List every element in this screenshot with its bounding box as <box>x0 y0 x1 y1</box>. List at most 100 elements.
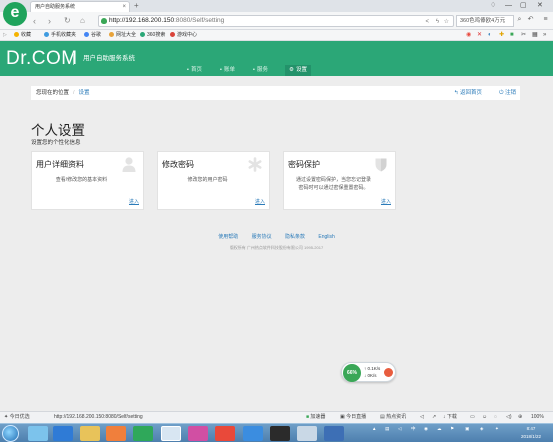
menu-icon[interactable]: ≡ <box>541 15 550 25</box>
nav-label: 账单 <box>223 67 235 73</box>
taskbar-folder-icon[interactable] <box>80 426 100 441</box>
taskbar-terminal-icon[interactable] <box>270 426 290 441</box>
nav-item-home[interactable]: ▪ 首页 <box>187 65 202 76</box>
tools-icon[interactable]: ✚ <box>499 31 504 40</box>
back-icon[interactable]: ‹ <box>33 14 36 28</box>
taskbar-clock[interactable]: 8:47 2018/1/22 <box>515 425 547 441</box>
tray-app-icon[interactable]: ▣ <box>465 425 469 433</box>
today-picks[interactable]: ✦ 今日优选 <box>4 412 30 423</box>
bookmark-item[interactable]: 谷歌 <box>84 30 101 40</box>
tab-title: 用户自助服务系统 <box>35 4 76 10</box>
back-home-link[interactable]: ↰ 返回首页 <box>454 86 482 100</box>
breadcrumb-current[interactable]: 设置 <box>79 90 90 96</box>
bookmark-item[interactable]: 游戏中心 <box>170 30 197 40</box>
card-enter-link[interactable]: 进入 <box>381 198 391 205</box>
lightning-icon[interactable]: ϟ <box>436 17 439 27</box>
adblock-icon[interactable]: ◉ <box>466 31 471 40</box>
browser-tab[interactable]: 用户自助服务系统 × <box>30 1 130 12</box>
tray-icon[interactable]: ▲ <box>372 425 376 433</box>
address-bar[interactable]: http://192.168.200.150:8080/Self/setting… <box>98 15 454 27</box>
shield-icon <box>375 158 387 172</box>
logout-link[interactable]: ⏻ 注销 <box>499 86 516 100</box>
bookmark-item[interactable]: 网址大全 <box>109 30 136 40</box>
tray-app-icon[interactable]: ✦ <box>495 425 499 433</box>
zoom-icon[interactable]: ⊕ <box>518 412 522 423</box>
card-description: 修改您的用户密码 <box>187 177 228 183</box>
taskbar-app-icon[interactable] <box>243 426 263 441</box>
skin-icon[interactable]: ♢ <box>490 0 496 12</box>
close-window-icon[interactable]: ✕ <box>537 0 543 12</box>
speaker-icon[interactable]: ◁ <box>420 412 424 423</box>
start-button[interactable] <box>2 425 19 442</box>
download-label: 下载 <box>446 414 457 420</box>
tray-volume-icon[interactable]: ◁ <box>398 425 401 433</box>
taskbar-app-icon[interactable] <box>28 426 48 441</box>
tray-network-icon[interactable]: ▤ <box>385 425 389 433</box>
star-icon[interactable]: ☆ <box>444 17 449 27</box>
arrow-icon[interactable]: ↗ <box>432 412 436 423</box>
card-password-protection[interactable]: 密码保护 通过设置密码保护，当您忘记登录密码时可以通过密保重置密码。 进入 <box>283 151 396 210</box>
cleanup-icon[interactable]: ◌ <box>494 412 497 423</box>
more-icon[interactable]: » <box>543 31 546 40</box>
tray-cloud-icon[interactable]: ☁ <box>437 425 442 433</box>
bookmark-item[interactable]: 手机收藏夹 <box>44 30 76 40</box>
browser-logo-icon[interactable]: e <box>3 2 27 26</box>
tray-flag-icon[interactable]: ⚑ <box>450 425 454 433</box>
taskbar-app-icon[interactable] <box>297 426 317 441</box>
maximize-icon[interactable]: ▢ <box>520 0 527 12</box>
bookmark-item[interactable]: 360搜索 <box>140 30 165 40</box>
bookmark-arrow-icon[interactable]: ▷ <box>3 30 7 40</box>
tray-antivirus-icon[interactable]: ◉ <box>424 425 428 433</box>
tray-app-icon[interactable]: ◈ <box>480 425 483 433</box>
network-speed-widget[interactable]: 66% ↑ 0.1K/s ↓ 0K/s <box>341 362 396 382</box>
feedback-icon[interactable]: ☺ <box>482 412 487 423</box>
live-button[interactable]: ▣ 今日直播 <box>340 412 366 423</box>
download-button[interactable]: ↓ 下载 <box>443 412 457 423</box>
home-icon[interactable]: ⌂ <box>80 14 85 28</box>
grid-icon[interactable]: ▦ <box>532 31 538 40</box>
card-enter-link[interactable]: 进入 <box>255 198 265 205</box>
footer-link-help[interactable]: 使用帮助 <box>218 234 238 240</box>
pc-icon[interactable]: ▭ <box>470 412 475 423</box>
extension-icon[interactable]: ■ <box>510 31 514 40</box>
brand-logo[interactable]: Dr.COM <box>6 48 78 70</box>
taskbar-media-icon[interactable] <box>106 426 126 441</box>
taskbar-ie-icon[interactable] <box>53 426 73 441</box>
tray-ime-icon[interactable]: 中 <box>411 425 416 433</box>
taskbar-browser-active-icon[interactable] <box>161 426 181 441</box>
nav-item-bill[interactable]: ▪ 账单 <box>220 65 235 76</box>
page-subtitle: 设置您的个性化信息 <box>31 140 81 146</box>
sound-icon[interactable]: ◁) <box>506 412 512 423</box>
card-enter-link[interactable]: 进入 <box>129 198 139 205</box>
taskbar-app-icon[interactable] <box>188 426 208 441</box>
search-input[interactable]: 360色鸡傣欧4万元 <box>456 15 514 27</box>
hot-news-button[interactable]: ▤ 热点资讯 <box>380 412 406 423</box>
footer-link-english[interactable]: English <box>318 234 334 240</box>
search-icon[interactable]: ⌕ <box>515 15 524 25</box>
taskbar-app-icon[interactable] <box>133 426 153 441</box>
nav-item-service[interactable]: ▪ 服务 <box>253 65 268 76</box>
footer-link-agreement[interactable]: 服务协议 <box>252 234 272 240</box>
share-icon[interactable]: < <box>425 17 429 27</box>
minimize-icon[interactable]: — <box>505 0 512 12</box>
tab-close-icon[interactable]: × <box>122 2 126 12</box>
asterisk-icon <box>248 157 262 172</box>
zoom-level[interactable]: 100% <box>531 412 544 423</box>
footer-link-privacy[interactable]: 隐私条款 <box>285 234 305 240</box>
accelerator-button[interactable]: ■ 加速器 <box>306 412 325 423</box>
taskbar-chrome-icon[interactable] <box>215 426 235 441</box>
card-change-password[interactable]: 修改密码 修改您的用户密码 进入 <box>157 151 270 210</box>
forward-icon[interactable]: › <box>48 14 51 28</box>
nav-item-settings[interactable]: ⚙ 设置 <box>285 65 311 76</box>
cut-icon[interactable]: ✂ <box>521 31 526 40</box>
taskbar-word-icon[interactable] <box>324 426 344 441</box>
card-user-profile[interactable]: 用户详细资料 查看/修改您的基本资料 进入 <box>31 151 144 210</box>
new-tab-button[interactable]: + <box>134 0 139 12</box>
close-ads-icon[interactable]: ✕ <box>477 31 482 40</box>
undo-icon[interactable]: ↶ <box>526 15 535 25</box>
refresh-icon[interactable]: ↻ <box>64 14 71 28</box>
bookmark-item[interactable]: 收藏 <box>14 30 31 40</box>
clock-time: 8:47 <box>526 426 536 431</box>
live-label: 今日直播 <box>346 414 367 420</box>
translate-icon[interactable]: ◐ <box>488 31 492 40</box>
